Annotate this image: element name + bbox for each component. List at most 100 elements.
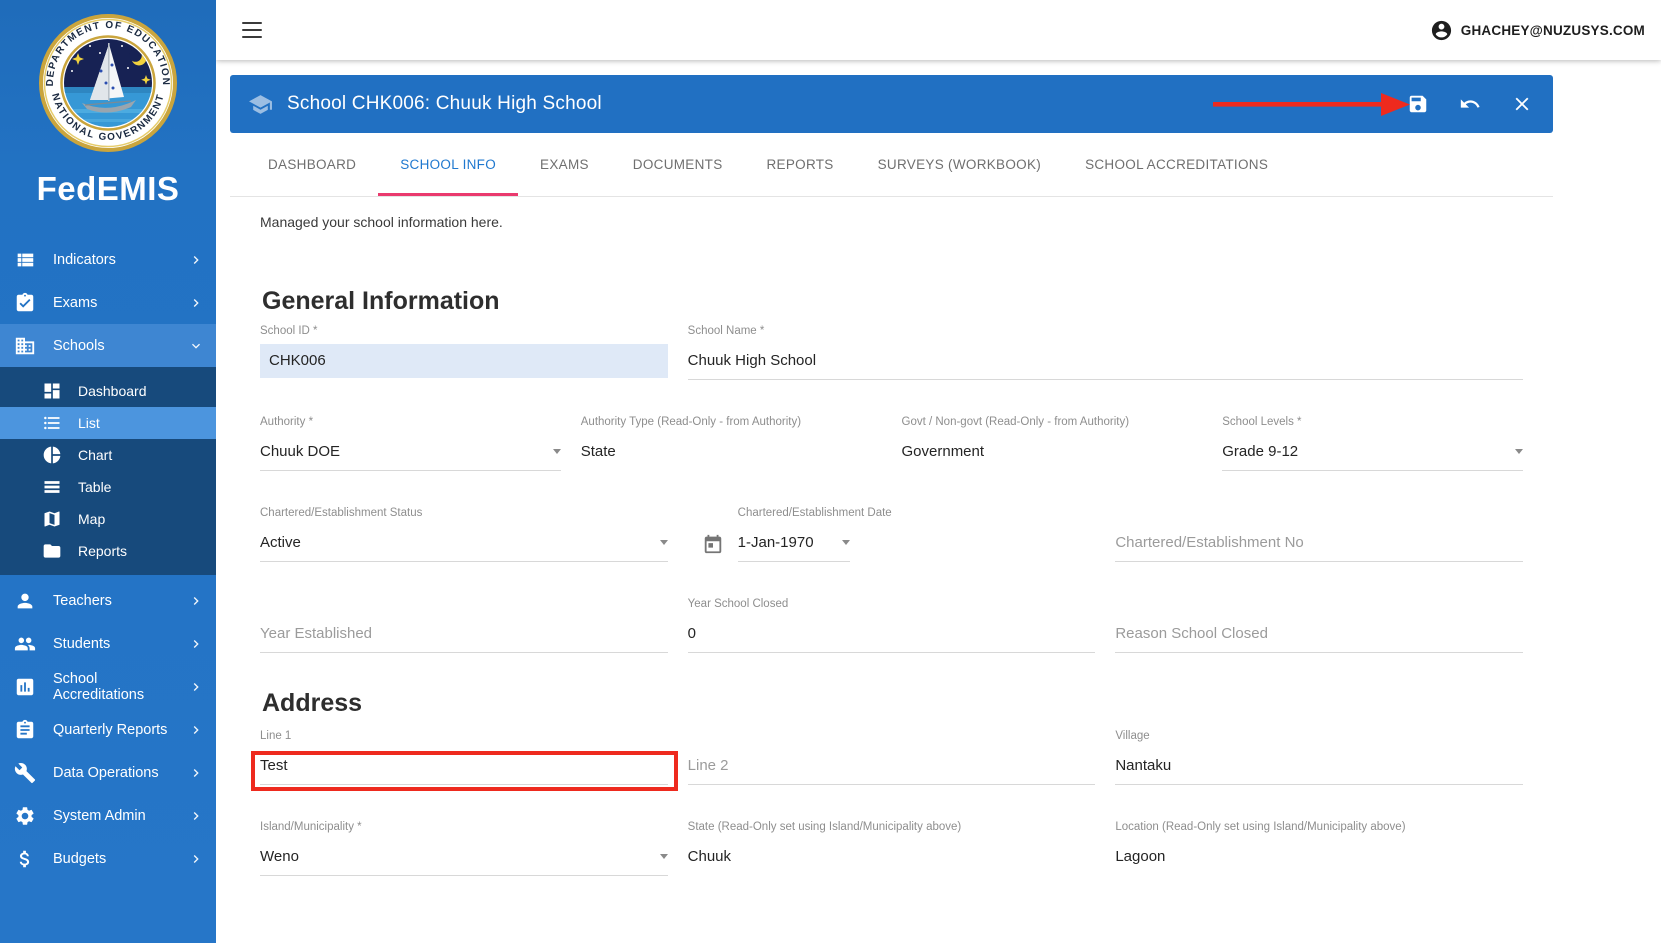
tab-documents[interactable]: DOCUMENTS <box>611 133 745 196</box>
sidebar-item-label: Students <box>53 636 110 652</box>
sidebar-item-budgets[interactable]: Budgets <box>0 837 216 880</box>
field-label: Village <box>1115 730 1523 743</box>
tab-school-info[interactable]: SCHOOL INFO <box>378 133 518 196</box>
sidebar-item-schools-chart[interactable]: Chart <box>0 439 216 471</box>
sidebar-item-label: Schools <box>53 338 105 354</box>
close-icon <box>1511 93 1533 115</box>
close-button[interactable] <box>1511 93 1533 115</box>
sidebar-item-label: Exams <box>53 295 97 311</box>
folder-icon <box>42 541 62 561</box>
sidebar-item-schools-dashboard[interactable]: Dashboard <box>0 375 216 407</box>
chevron-right-icon <box>188 636 204 652</box>
sidebar-item-label: System Admin <box>53 808 146 824</box>
year-established-input[interactable]: Year Established <box>260 625 668 653</box>
user-email: GHACHEY@NUZUSYS.COM <box>1461 23 1645 38</box>
tab-surveys[interactable]: SURVEYS (WORKBOOK) <box>856 133 1063 196</box>
field-label: School Levels * <box>1222 416 1523 429</box>
wrench-icon <box>14 762 36 784</box>
gear-icon <box>14 805 36 827</box>
chartered-date-select[interactable]: 1-Jan-1970 <box>738 534 850 562</box>
sidebar-item-data-operations[interactable]: Data Operations <box>0 751 216 794</box>
sidebar-item-label: School Accreditations <box>53 671 188 703</box>
field-address-line1: Line 1 Test <box>260 730 668 785</box>
state-value: Chuuk <box>688 848 1096 876</box>
page-title: School CHK006: Chuuk High School <box>287 93 602 115</box>
field-authority: Authority * Chuuk DOE <box>260 416 561 471</box>
field-label: School Name * <box>688 325 1523 338</box>
year-closed-input[interactable]: 0 <box>688 625 1096 653</box>
field-location: Location (Read-Only set using Island/Mun… <box>1115 821 1523 876</box>
dropdown-caret-icon <box>553 449 561 454</box>
field-village: Village Nantaku <box>1115 730 1523 785</box>
dropdown-caret-icon <box>660 854 668 859</box>
bulleted-list-icon <box>42 413 62 433</box>
sidebar-item-quarterly-reports[interactable]: Quarterly Reports <box>0 708 216 751</box>
section-title-address: Address <box>262 689 1523 718</box>
save-button[interactable] <box>1407 93 1429 115</box>
hamburger-menu-icon[interactable] <box>242 22 262 38</box>
undo-button[interactable] <box>1459 93 1481 115</box>
field-state: State (Read-Only set using Island/Munici… <box>688 821 1096 876</box>
chartered-no-input[interactable]: Chartered/Establishment No <box>1115 534 1523 562</box>
sidebar-item-exams[interactable]: Exams <box>0 281 216 324</box>
authority-select[interactable]: Chuuk DOE <box>260 443 561 471</box>
address-line2-input[interactable]: Line 2 <box>688 757 1096 785</box>
sidebar-item-schools-map[interactable]: Map <box>0 503 216 535</box>
tab-school-accreditations[interactable]: SCHOOL ACCREDITATIONS <box>1063 133 1290 196</box>
user-menu[interactable]: GHACHEY@NUZUSYS.COM <box>1430 19 1645 42</box>
reason-closed-input[interactable]: Reason School Closed <box>1115 625 1523 653</box>
calendar-icon[interactable] <box>702 533 724 555</box>
field-label: Chartered/Establishment Status <box>260 507 668 520</box>
location-value: Lagoon <box>1115 848 1523 876</box>
chartered-status-select[interactable]: Active <box>260 534 668 562</box>
school-panel-header: School CHK006: Chuuk High School <box>230 75 1553 133</box>
dashboard-icon <box>42 381 62 401</box>
people-icon <box>14 633 36 655</box>
dropdown-caret-icon <box>660 540 668 545</box>
sidebar-item-label: List <box>78 415 100 431</box>
school-name-input[interactable]: Chuuk High School <box>688 352 1523 380</box>
sidebar-item-schools-table[interactable]: Table <box>0 471 216 503</box>
table-icon <box>42 477 62 497</box>
person-icon <box>14 590 36 612</box>
field-label <box>1115 598 1523 611</box>
sidebar-item-label: Dashboard <box>78 383 147 399</box>
field-label: Chartered/Establishment Date <box>738 507 850 520</box>
school-levels-select[interactable]: Grade 9-12 <box>1222 443 1523 471</box>
undo-icon <box>1459 93 1481 115</box>
tab-dashboard[interactable]: DASHBOARD <box>246 133 378 196</box>
authority-type-value: State <box>581 443 882 471</box>
field-authority-type: Authority Type (Read-Only - from Authori… <box>581 416 882 471</box>
sidebar-item-schools-reports[interactable]: Reports <box>0 535 216 567</box>
sidebar-item-teachers[interactable]: Teachers <box>0 579 216 622</box>
sidebar-item-schools[interactable]: Schools <box>0 324 216 367</box>
map-icon <box>42 509 62 529</box>
dropdown-caret-icon <box>1515 449 1523 454</box>
field-reason-closed: Reason School Closed <box>1115 598 1523 653</box>
field-label <box>1115 507 1523 520</box>
assignment-icon <box>14 292 36 314</box>
sidebar-item-students[interactable]: Students <box>0 622 216 665</box>
sidebar-item-system-admin[interactable]: System Admin <box>0 794 216 837</box>
tab-reports[interactable]: REPORTS <box>745 133 856 196</box>
field-label <box>260 598 668 611</box>
pie-chart-icon <box>42 445 62 465</box>
field-chartered-no: Chartered/Establishment No <box>1115 507 1523 562</box>
field-label: State (Read-Only set using Island/Munici… <box>688 821 1096 834</box>
village-input[interactable]: Nantaku <box>1115 757 1523 785</box>
sidebar-item-school-accreditations[interactable]: School Accreditations <box>0 665 216 708</box>
address-line1-input[interactable]: Test <box>260 757 668 785</box>
sidebar-item-label: Budgets <box>53 851 106 867</box>
sidebar-item-label: Indicators <box>53 252 116 268</box>
sidebar: DEPARTMENT OF EDUCATION NATIONAL GOVERNM… <box>0 0 216 943</box>
tab-exams[interactable]: EXAMS <box>518 133 611 196</box>
island-municipality-select[interactable]: Weno <box>260 848 668 876</box>
top-app-bar: GHACHEY@NUZUSYS.COM <box>216 0 1661 60</box>
sidebar-item-label: Reports <box>78 543 127 559</box>
field-label: Authority * <box>260 416 561 429</box>
tab-bar: DASHBOARD SCHOOL INFO EXAMS DOCUMENTS RE… <box>230 133 1553 197</box>
field-label: Line 1 <box>260 730 668 743</box>
field-year-established: Year Established <box>260 598 668 653</box>
sidebar-item-schools-list[interactable]: List <box>0 407 216 439</box>
sidebar-item-indicators[interactable]: Indicators <box>0 238 216 281</box>
